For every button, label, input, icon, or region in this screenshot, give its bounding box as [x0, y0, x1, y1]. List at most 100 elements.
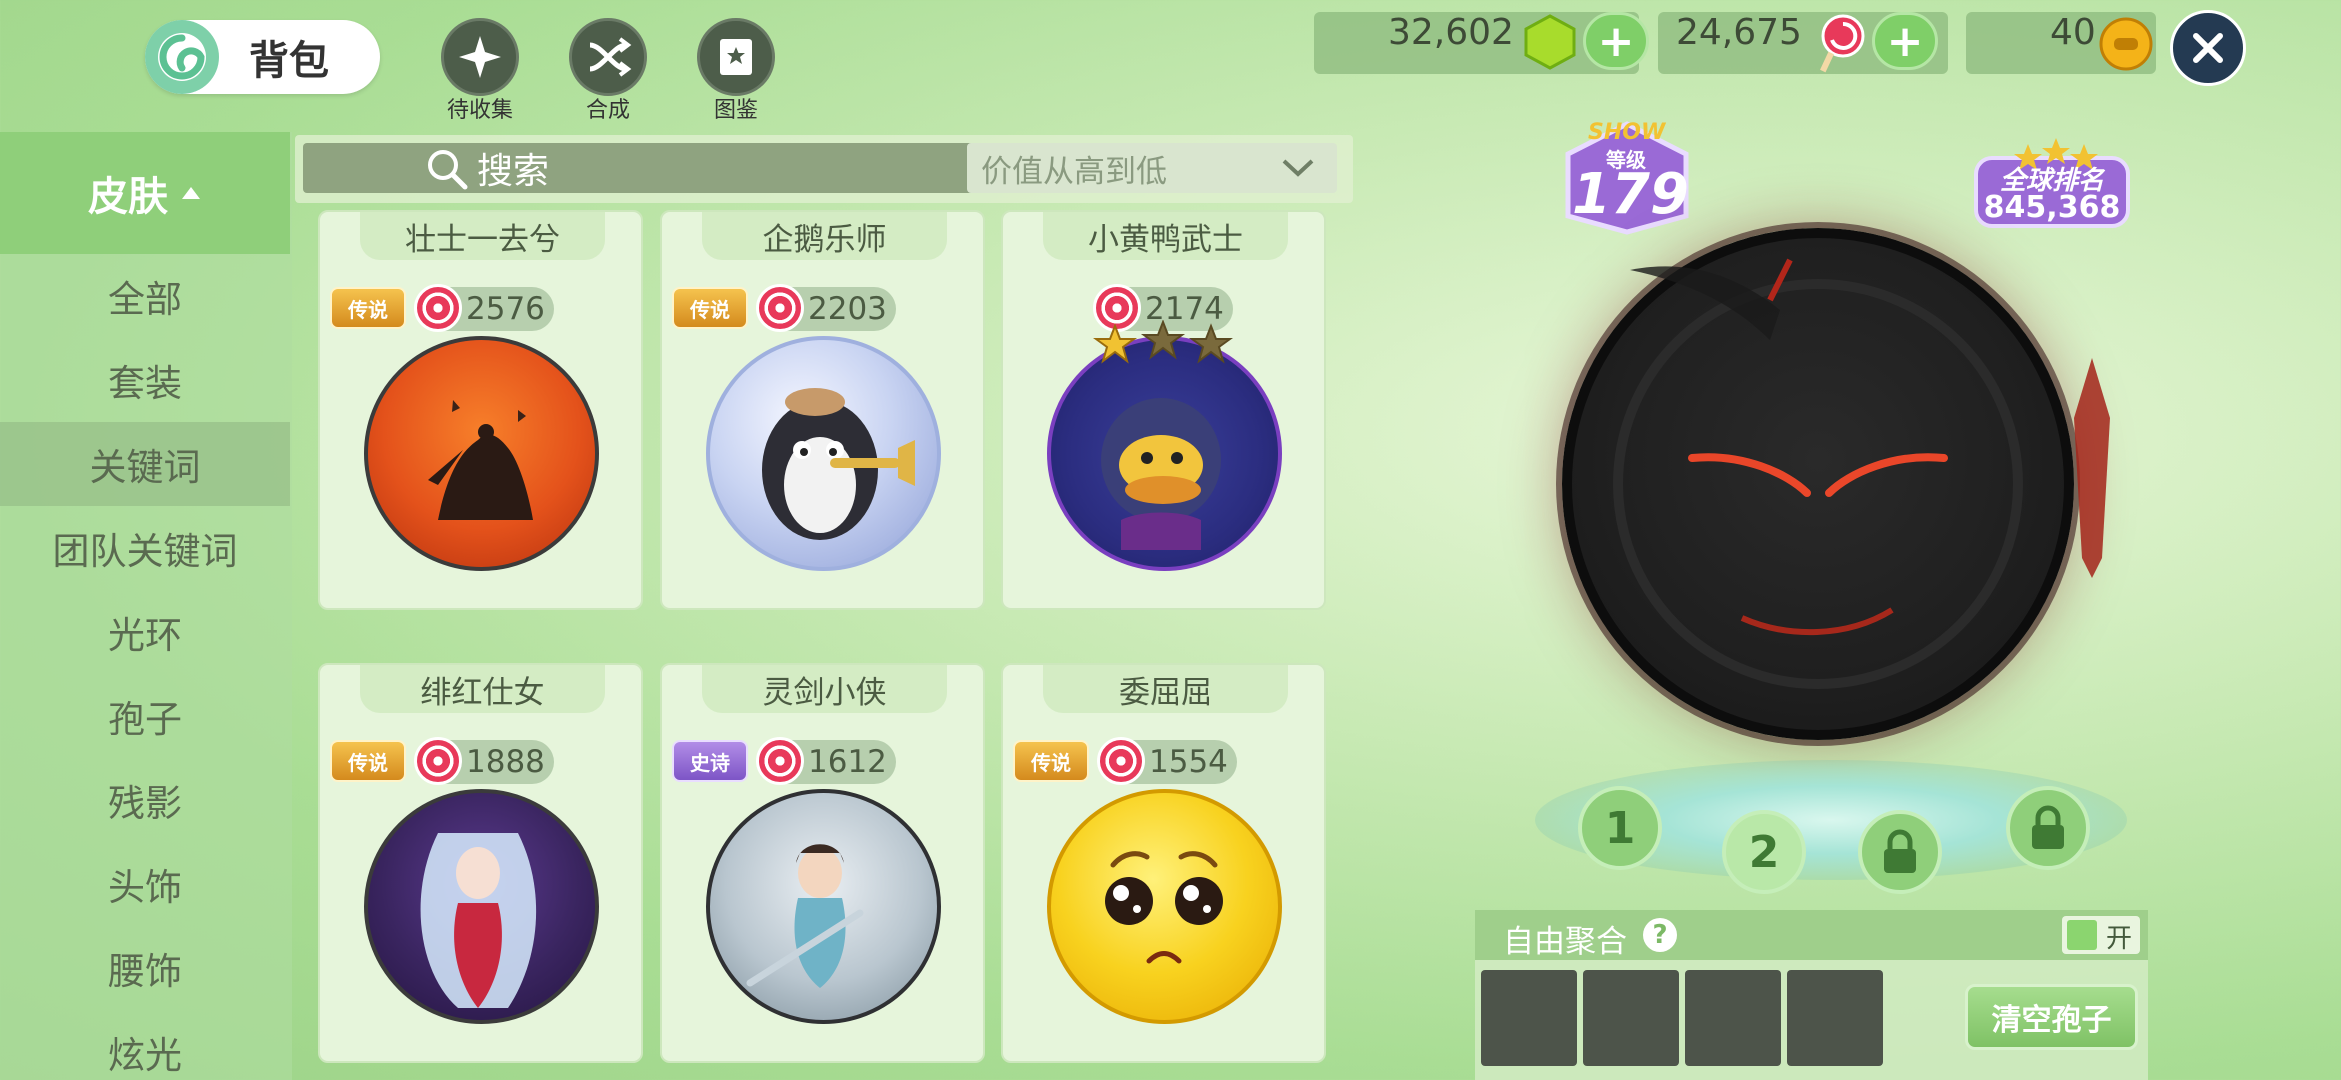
skin-card[interactable]: 企鹅乐师 传说 2203 — [660, 210, 985, 610]
spore-slot[interactable] — [1685, 970, 1781, 1066]
bag-title-pill: 背包 — [145, 20, 380, 94]
rarity-badge: 传说 — [672, 287, 748, 329]
book-icon — [697, 18, 775, 96]
add-candy-button[interactable]: + — [1872, 12, 1938, 70]
price-value: 1888 — [466, 744, 545, 780]
outfit-slot-2[interactable]: 2 — [1722, 810, 1806, 894]
outfit-slot-4-locked[interactable] — [2006, 786, 2090, 870]
level-badge: SHOW 等级 179 — [1560, 120, 1695, 235]
price-pill: 2203 — [756, 284, 896, 332]
candy-icon — [1816, 14, 1866, 78]
show-label: SHOW — [1588, 120, 1666, 145]
skin-card[interactable]: 壮士一去兮 传说 2576 — [318, 210, 643, 610]
sidebar-item-keywords[interactable]: 关键词 — [0, 422, 290, 506]
price-value: 2203 — [808, 291, 887, 327]
price-pill: 1888 — [414, 737, 554, 785]
clear-spores-button[interactable]: 清空孢子 — [1965, 984, 2138, 1050]
merge-button[interactable]: 合成 — [553, 18, 663, 124]
spore-slot[interactable] — [1583, 970, 1679, 1066]
free-merge-panel: 自由聚合 ? 开 清空孢子 — [1475, 910, 2148, 1080]
candy-icon — [756, 284, 804, 332]
outfit-slot-1[interactable]: 1 — [1578, 786, 1662, 870]
sidebar-item-spores[interactable]: 孢子 — [0, 674, 290, 758]
close-button[interactable] — [2170, 10, 2246, 86]
toggle-knob — [2067, 920, 2097, 950]
card-title: 小黄鸭武士 — [1043, 212, 1288, 260]
sidebar-item-headwear[interactable]: 头饰 — [0, 842, 290, 926]
skin-card[interactable]: 绯红仕女 传说 1888 — [318, 663, 643, 1063]
level-value: 179 — [1572, 162, 1689, 227]
page-title: 背包 — [249, 38, 329, 84]
coin-count: 40 — [2050, 12, 2096, 53]
swirl-logo-icon — [145, 20, 219, 94]
add-gems-button[interactable]: + — [1583, 12, 1649, 70]
skin-category-label: 皮肤 — [88, 174, 168, 220]
lock-icon — [1884, 829, 1916, 873]
skin-preview-image — [706, 789, 941, 1024]
collect-label: 待收集 — [446, 98, 513, 123]
sidebar-item-team-keywords[interactable]: 团队关键词 — [0, 506, 290, 590]
search-input[interactable]: 搜索 — [303, 143, 1028, 193]
search-icon — [428, 150, 468, 190]
spore-slot[interactable] — [1787, 970, 1883, 1066]
skin-preview-image — [1047, 789, 1282, 1024]
sidebar-item-halo[interactable]: 光环 — [0, 590, 290, 674]
sort-label: 价值从高到低 — [981, 153, 1167, 190]
rarity-badge: 传说 — [330, 287, 406, 329]
price-pill: 2576 — [414, 284, 554, 332]
sidebar-item-glow[interactable]: 炫光 — [0, 1010, 290, 1080]
global-rank-badge: 全球排名 845,368 — [1972, 138, 2132, 230]
sparkle-icon — [441, 18, 519, 96]
card-title: 绯红仕女 — [360, 665, 605, 713]
sidebar-item-sets[interactable]: 套装 — [0, 338, 290, 422]
merge-label: 合成 — [585, 98, 630, 123]
skin-preview-image — [364, 789, 599, 1024]
price-value: 1554 — [1149, 744, 1228, 780]
sidebar-item-afterimage[interactable]: 残影 — [0, 758, 290, 842]
gold-coin-icon — [2098, 16, 2154, 76]
merge-toggle[interactable]: 开 — [2062, 916, 2140, 954]
rarity-badge: 传说 — [1013, 740, 1089, 782]
filter-bar: 搜索 价值从高到低 — [295, 135, 1353, 203]
candy-icon — [1097, 737, 1145, 785]
skin-category-header[interactable]: 皮肤 — [0, 132, 290, 254]
rank-value: 845,368 — [1983, 190, 2121, 225]
category-sidebar: 皮肤 全部 套装 关键词 团队关键词 光环 孢子 残影 头饰 腰饰 炫光 — [0, 132, 292, 1080]
card-title: 灵剑小侠 — [702, 665, 947, 713]
catalog-label: 图鉴 — [713, 98, 758, 123]
catalog-button[interactable]: 图鉴 — [681, 18, 791, 124]
candy-count: 24,675 — [1676, 12, 1802, 53]
price-value: 2576 — [466, 291, 545, 327]
card-title: 企鹅乐师 — [702, 212, 947, 260]
star-rating-icon — [1093, 320, 1233, 364]
card-title: 委屈屈 — [1043, 665, 1288, 713]
skin-card[interactable]: 小黄鸭武士 2174 — [1001, 210, 1326, 610]
chevron-down-icon — [1282, 159, 1314, 177]
candy-icon — [756, 737, 804, 785]
sort-dropdown[interactable]: 价值从高到低 — [967, 143, 1337, 193]
price-value: 1612 — [808, 744, 887, 780]
toggle-label: 开 — [2106, 924, 2133, 954]
sidebar-item-all[interactable]: 全部 — [0, 254, 290, 338]
card-title: 壮士一去兮 — [360, 212, 605, 260]
help-icon[interactable]: ? — [1643, 918, 1677, 952]
search-label: 搜索 — [477, 151, 550, 192]
spore-slot[interactable] — [1481, 970, 1577, 1066]
merge-arrows-icon — [569, 18, 647, 96]
sidebar-item-waist[interactable]: 腰饰 — [0, 926, 290, 1010]
merge-header: 自由聚合 ? 开 — [1475, 910, 2148, 960]
skin-card[interactable]: 委屈屈 传说 1554 — [1001, 663, 1326, 1063]
gem-count: 32,602 — [1388, 12, 1514, 53]
red-blade-decoration-icon — [2074, 358, 2110, 578]
rarity-badge: 史诗 — [672, 740, 748, 782]
skin-card[interactable]: 灵剑小侠 史诗 1612 — [660, 663, 985, 1063]
skin-preview-image — [1047, 336, 1282, 571]
skin-preview-image — [706, 336, 941, 571]
caret-up-icon — [182, 187, 200, 199]
skin-preview-image — [364, 336, 599, 571]
collect-button[interactable]: 待收集 — [425, 18, 535, 124]
close-icon — [2193, 33, 2223, 63]
outfit-slot-3-locked[interactable] — [1858, 810, 1942, 894]
green-gem-icon — [1522, 14, 1578, 74]
candy-icon — [414, 737, 462, 785]
